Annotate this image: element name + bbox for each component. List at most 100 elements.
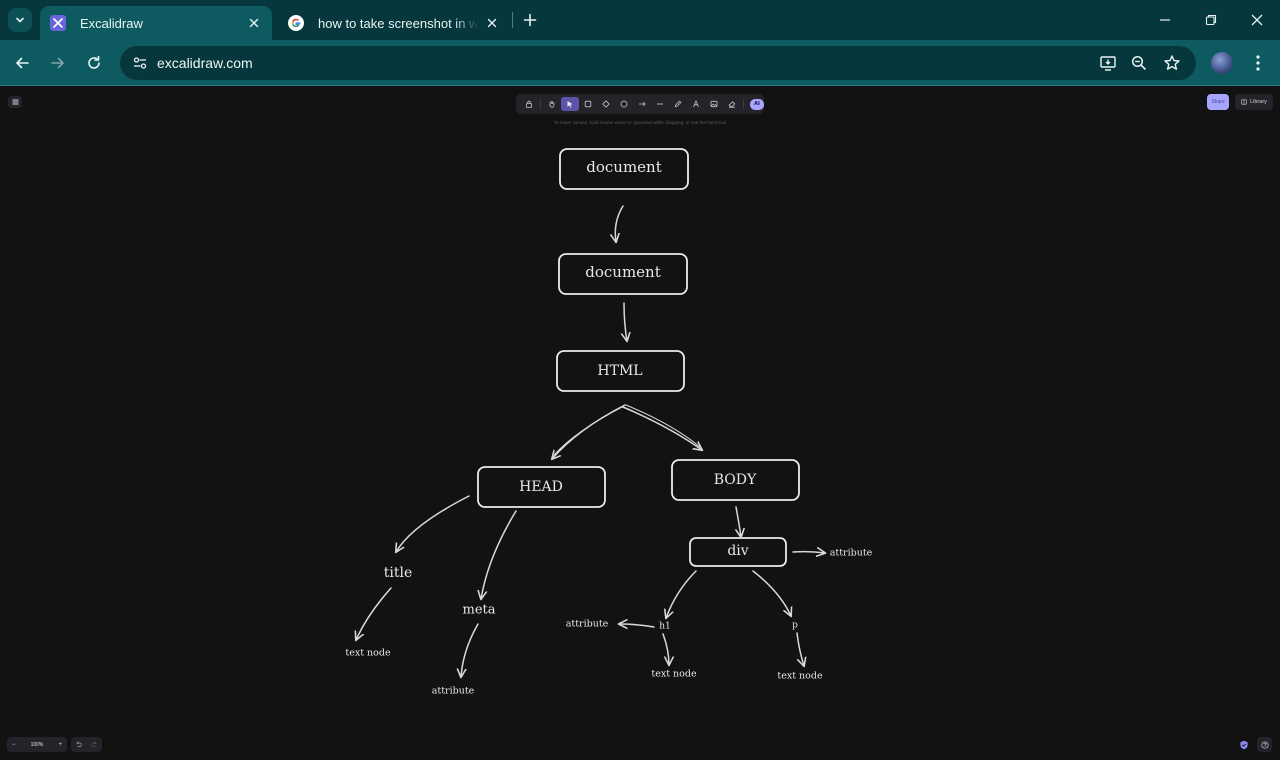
toolbar-separator	[540, 99, 541, 109]
node-body[interactable]: BODY	[671, 459, 800, 501]
more-vertical-icon	[1256, 55, 1260, 71]
arrow-document-document[interactable]	[615, 205, 624, 242]
node-label: BODY	[714, 472, 757, 488]
node-document[interactable]: document	[558, 253, 688, 295]
node-meta[interactable]: meta	[463, 603, 496, 618]
node-html[interactable]: HTML	[556, 350, 685, 392]
zoom-icon[interactable]	[1129, 53, 1149, 73]
node-label: HTML	[597, 363, 642, 379]
node-h1-attribute[interactable]: attribute	[566, 619, 609, 630]
library-icon	[1241, 99, 1247, 105]
arrow-html-head-stroke	[553, 406, 623, 456]
arrow-left-icon	[16, 57, 29, 69]
diagram: document document HTML HEAD BODY div tit…	[345, 148, 873, 697]
share-button[interactable]: Share	[1207, 94, 1229, 110]
arrow-right-icon	[51, 57, 64, 69]
forward-button[interactable]	[46, 51, 70, 75]
rectangle-icon	[584, 100, 592, 108]
eraser-tool[interactable]	[723, 97, 741, 111]
rectangle-tool[interactable]	[579, 97, 597, 111]
zoom-level[interactable]: 100%	[31, 742, 44, 748]
close-tab-icon[interactable]	[484, 15, 500, 31]
close-tab-icon[interactable]	[246, 15, 262, 31]
encryption-shield-icon[interactable]	[1238, 739, 1249, 750]
library-label: Library	[1250, 99, 1267, 105]
redo-icon[interactable]	[91, 741, 98, 748]
back-button[interactable]	[10, 51, 34, 75]
node-label: document	[585, 263, 660, 281]
node-p-text-node[interactable]: text node	[777, 671, 823, 682]
help-icon	[1260, 740, 1269, 749]
install-app-icon[interactable]	[1098, 53, 1118, 73]
main-menu-button[interactable]	[8, 96, 22, 108]
arrow-body-div[interactable]	[736, 506, 741, 537]
zoom-in-button[interactable]: +	[58, 742, 62, 748]
arrow-div-h1[interactable]	[666, 570, 697, 618]
help-button[interactable]	[1257, 737, 1272, 752]
pointer-icon	[567, 101, 573, 108]
close-window-button[interactable]	[1234, 0, 1280, 40]
arrow-title-text-node[interactable]	[356, 587, 392, 640]
toolbar-separator	[743, 99, 744, 109]
hamburger-icon	[12, 99, 18, 105]
ai-tools-button[interactable]: AI	[750, 98, 764, 110]
node-document-top[interactable]: document	[559, 148, 689, 190]
address-bar[interactable]: excalidraw.com	[120, 46, 1196, 80]
node-label: HEAD	[519, 479, 563, 495]
tab-google-search[interactable]: how to take screenshot in windows	[278, 6, 510, 40]
profile-avatar[interactable]	[1211, 52, 1233, 74]
tab-title: Excalidraw	[80, 15, 143, 31]
tab-excalidraw[interactable]: Excalidraw	[40, 6, 272, 40]
shape-toolbar: AI	[516, 94, 764, 114]
node-label: div	[727, 543, 748, 559]
reload-icon	[88, 55, 100, 69]
node-title-text-node[interactable]: text node	[345, 648, 391, 659]
ellipse-tool[interactable]	[615, 97, 633, 111]
tab-search-button[interactable]	[8, 8, 32, 32]
selection-tool[interactable]	[561, 97, 579, 111]
arrow-div-p[interactable]	[752, 570, 791, 616]
arrow-h1-attribute[interactable]	[619, 624, 655, 627]
arrow-p-text-node[interactable]	[796, 632, 804, 666]
line-tool[interactable]	[651, 97, 669, 111]
new-tab-button[interactable]	[520, 10, 540, 30]
browser-menu-button[interactable]	[1248, 52, 1268, 74]
arrow-icon	[639, 101, 646, 107]
node-h1-text-node[interactable]: text node	[651, 669, 697, 680]
arrow-document-html[interactable]	[624, 302, 627, 341]
node-p[interactable]: p	[792, 621, 798, 631]
zoom-out-button[interactable]: −	[12, 742, 16, 748]
node-head[interactable]: HEAD	[477, 466, 606, 508]
undo-icon[interactable]	[75, 741, 82, 748]
arrow-head-title[interactable]	[396, 495, 470, 552]
excalidraw-canvas[interactable]: document document HTML HEAD BODY div tit…	[0, 87, 1280, 760]
hand-tool[interactable]	[543, 97, 561, 111]
diamond-tool[interactable]	[597, 97, 615, 111]
arrow-meta-attribute[interactable]	[461, 623, 479, 677]
minimize-button[interactable]	[1142, 0, 1188, 40]
node-title[interactable]: title	[384, 565, 413, 581]
bookmark-star-icon[interactable]	[1162, 53, 1182, 73]
library-button[interactable]: Library	[1235, 94, 1273, 110]
lock-icon	[526, 100, 532, 108]
ellipse-icon	[620, 100, 628, 108]
arrow-head-meta[interactable]	[481, 510, 517, 599]
text-tool[interactable]	[687, 97, 705, 111]
node-div-attribute[interactable]: attribute	[830, 548, 873, 559]
node-div[interactable]: div	[689, 537, 787, 567]
arrow-h1-text-node[interactable]	[662, 633, 669, 665]
arrow-div-attribute[interactable]	[792, 552, 825, 553]
node-meta-attribute[interactable]: attribute	[432, 686, 475, 697]
arrow-tool[interactable]	[633, 97, 651, 111]
node-h1[interactable]: h1	[659, 622, 671, 632]
reload-button[interactable]	[82, 51, 106, 75]
lock-tool[interactable]	[520, 97, 538, 111]
arrow-html-body[interactable]	[622, 406, 702, 450]
image-tool[interactable]	[705, 97, 723, 111]
restore-button[interactable]	[1188, 0, 1234, 40]
canvas-hint: To move canvas, hold mouse wheel or spac…	[553, 120, 727, 125]
arrow-html-head[interactable]	[552, 404, 626, 459]
site-settings-icon[interactable]	[128, 51, 152, 75]
browser-toolbar: excalidraw.com	[0, 40, 1280, 86]
draw-tool[interactable]	[669, 97, 687, 111]
